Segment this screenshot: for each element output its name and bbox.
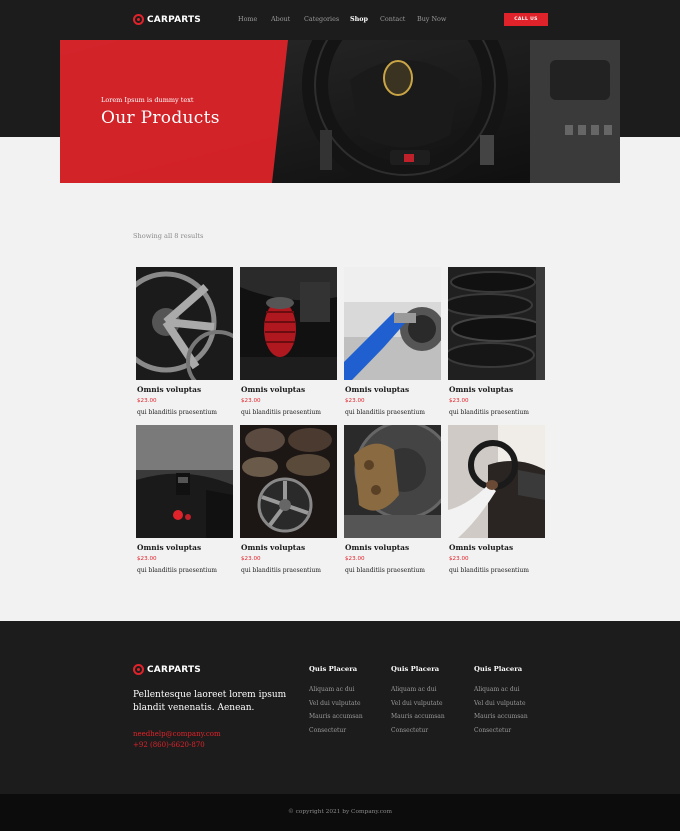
product-title[interactable]: Omnis voluptas	[449, 543, 513, 552]
product-card[interactable]: Omnis voluptas $23.00 qui blanditiis pra…	[136, 425, 233, 574]
footer-link[interactable]: Vel dui vulputate	[474, 700, 528, 714]
alloy-wheel-image[interactable]	[136, 267, 233, 380]
hero-banner: Lorem Ipsum is dummy text Our Products	[60, 40, 620, 183]
product-price: $23.00	[241, 556, 261, 562]
product-description: qui blanditiis praesentium	[137, 409, 217, 416]
product-card[interactable]: Omnis voluptas $23.00 qui blanditiis pra…	[448, 425, 545, 574]
top-nav: CARPARTS Home About Categories Shop Cont…	[0, 0, 680, 40]
footer-column-heading: Quis Placera	[391, 665, 440, 673]
footer-column-heading: Quis Placera	[309, 665, 358, 673]
footer-column: Quis Placera Aliquam ac dui Vel dui vulp…	[474, 665, 528, 740]
product-price: $23.00	[449, 398, 469, 404]
footer-link[interactable]: Consectetur	[474, 727, 528, 741]
product-title[interactable]: Omnis voluptas	[137, 385, 201, 394]
product-description: qui blanditiis praesentium	[241, 409, 321, 416]
footer-link[interactable]: Aliquam ac dui	[391, 686, 445, 700]
product-title[interactable]: Omnis voluptas	[449, 385, 513, 394]
rims-shelf-image[interactable]	[240, 425, 337, 538]
product-description: qui blanditiis praesentium	[449, 409, 529, 416]
footer-link[interactable]: Mauris accumsan	[309, 713, 363, 727]
product-description: qui blanditiis praesentium	[449, 567, 529, 574]
product-title[interactable]: Omnis voluptas	[241, 385, 305, 394]
car-dashboard-image[interactable]	[136, 425, 233, 538]
fuel-nozzle-image[interactable]	[344, 267, 441, 380]
footer-link[interactable]: Vel dui vulputate	[391, 700, 445, 714]
nav-home[interactable]: Home	[238, 15, 257, 23]
nav-categories[interactable]: Categories	[304, 15, 339, 23]
footer-link[interactable]: Vel dui vulputate	[309, 700, 363, 714]
footer-link[interactable]: Aliquam ac dui	[474, 686, 528, 700]
product-card[interactable]: Omnis voluptas $23.00 qui blanditiis pra…	[448, 267, 545, 416]
product-card[interactable]: Omnis voluptas $23.00 qui blanditiis pra…	[344, 425, 441, 574]
product-card[interactable]: Omnis voluptas $23.00 qui blanditiis pra…	[240, 425, 337, 574]
nav-contact[interactable]: Contact	[380, 15, 405, 23]
product-description: qui blanditiis praesentium	[137, 567, 217, 574]
product-price: $23.00	[241, 398, 261, 404]
nav-buy-now[interactable]: Buy Now	[417, 15, 446, 23]
product-description: qui blanditiis praesentium	[345, 567, 425, 574]
footer-tagline: Pellentesque laoreet lorem ipsum blandit…	[133, 690, 287, 713]
hero-kicker: Lorem Ipsum is dummy text	[101, 96, 194, 104]
results-count: Showing all 8 results	[133, 232, 204, 240]
footer-logo[interactable]: CARPARTS	[133, 664, 201, 675]
footer-phone-link[interactable]: +92 (860)-6620-870	[133, 741, 205, 749]
air-filter-image[interactable]	[240, 267, 337, 380]
product-price: $23.00	[137, 398, 157, 404]
main-menu: Home About Categories Shop Contact Buy N…	[0, 15, 680, 27]
footer-link[interactable]: Mauris accumsan	[474, 713, 528, 727]
footer-column-heading: Quis Placera	[474, 665, 523, 673]
footer-link[interactable]: Consectetur	[391, 727, 445, 741]
product-title[interactable]: Omnis voluptas	[241, 543, 305, 552]
tire-stack-image[interactable]	[448, 267, 545, 380]
product-price: $23.00	[449, 556, 469, 562]
nav-about[interactable]: About	[271, 15, 290, 23]
footer-column: Quis Placera Aliquam ac dui Vel dui vulp…	[391, 665, 445, 740]
product-card[interactable]: Omnis voluptas $23.00 qui blanditiis pra…	[136, 267, 233, 416]
product-description: qui blanditiis praesentium	[241, 567, 321, 574]
brake-caliper-image[interactable]	[344, 425, 441, 538]
copyright-text: © copyright 2021 by Company.com	[288, 809, 392, 815]
product-price: $23.00	[345, 398, 365, 404]
product-price: $23.00	[137, 556, 157, 562]
steering-wheel-icon	[133, 664, 144, 675]
product-description: qui blanditiis praesentium	[345, 409, 425, 416]
product-title[interactable]: Omnis voluptas	[345, 543, 409, 552]
footer-column: Quis Placera Aliquam ac dui Vel dui vulp…	[309, 665, 363, 740]
logo-text: CARPARTS	[147, 664, 201, 675]
product-price: $23.00	[345, 556, 365, 562]
call-us-button[interactable]: CALL US	[504, 13, 548, 26]
footer-link[interactable]: Aliquam ac dui	[309, 686, 363, 700]
page-title: Our Products	[101, 108, 220, 128]
footer-link[interactable]: Mauris accumsan	[391, 713, 445, 727]
nav-shop[interactable]: Shop	[350, 15, 368, 23]
driver-steering-image[interactable]	[448, 425, 545, 538]
product-card[interactable]: Omnis voluptas $23.00 qui blanditiis pra…	[344, 267, 441, 416]
product-card[interactable]: Omnis voluptas $23.00 qui blanditiis pra…	[240, 267, 337, 416]
product-title[interactable]: Omnis voluptas	[137, 543, 201, 552]
product-title[interactable]: Omnis voluptas	[345, 385, 409, 394]
footer-email-link[interactable]: needhelp@company.com	[133, 730, 221, 738]
footer-link[interactable]: Consectetur	[309, 727, 363, 741]
